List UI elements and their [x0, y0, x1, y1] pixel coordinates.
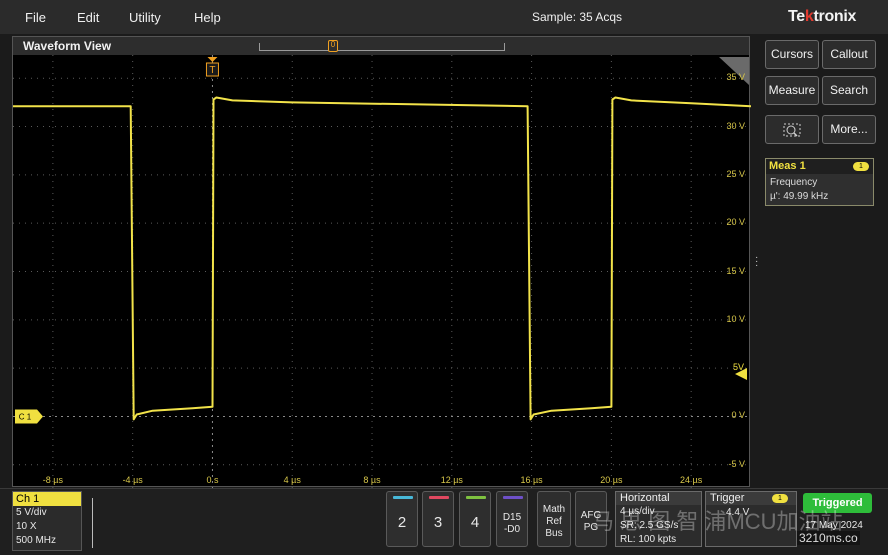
x-tick-label: 20 µs: [600, 475, 623, 485]
waveform-trace-ch1: [13, 96, 751, 421]
menu-help[interactable]: Help: [194, 10, 221, 25]
x-tick-label: -4 µs: [122, 475, 143, 485]
trigger-level-label: 5V: [733, 362, 744, 372]
y-tick-label: -5 V: [728, 458, 745, 469]
cursors-button[interactable]: Cursors: [765, 40, 819, 69]
y-tick-label: 10 V: [726, 313, 745, 324]
x-tick-label: 16 µs: [520, 475, 543, 485]
channel-1-badge[interactable]: Ch 1 5 V/div 10 X 500 MHz: [12, 491, 82, 551]
channel-1-probe: 10 X: [16, 521, 37, 532]
y-tick-label: 35 V: [726, 72, 745, 83]
zoom-button[interactable]: [765, 115, 819, 144]
channel-1-scale: 5 V/div: [16, 507, 47, 518]
measure-button[interactable]: Measure: [765, 76, 819, 105]
trigger-position-label: T: [209, 65, 215, 76]
measurement-name: Frequency: [770, 177, 818, 188]
waveform-view[interactable]: Waveform View 0 T 5V C 1 35 V 30 V 25 V 20 V1…: [12, 36, 751, 488]
math-ref-bus-button[interactable]: Math Ref Bus: [537, 491, 571, 547]
zoom-icon: [783, 123, 801, 137]
measurement-source-badge: 1: [853, 162, 869, 171]
trigger-position-arrow: [207, 57, 218, 62]
waveform-plot: T 5V C 1: [13, 55, 751, 488]
y-tick-label: 0 V: [731, 410, 745, 421]
x-tick-label: -8 µs: [42, 475, 63, 485]
x-tick-label: 24 µs: [680, 475, 703, 485]
channel-1-title: Ch 1: [13, 492, 81, 506]
channel-1-ground-label: C 1: [19, 412, 32, 421]
search-button[interactable]: Search: [822, 76, 876, 105]
panel-resize-handle[interactable]: · · ·: [755, 253, 758, 271]
measurement-title: Meas 1: [769, 160, 806, 172]
x-tick-label: 8 µs: [363, 475, 381, 485]
channel-4-button[interactable]: 4: [459, 491, 491, 547]
y-tick-label: 30 V: [726, 120, 745, 131]
watermark-site: 3210ms.co: [797, 531, 860, 545]
y-tick-label: 20 V: [726, 217, 745, 228]
digital-channels-button[interactable]: D15 -D0: [496, 491, 528, 547]
trigger-source-badge: 1: [772, 494, 788, 503]
menu-utility[interactable]: Utility: [129, 10, 161, 25]
y-tick-label: 15 V: [726, 265, 745, 276]
y-tick-label: 25 V: [726, 168, 745, 179]
brand-logo: Tektronix: [788, 8, 857, 25]
divider: [92, 498, 93, 548]
menu-file[interactable]: File: [25, 10, 46, 25]
x-tick-label: 12 µs: [440, 475, 463, 485]
channel-1-bandwidth: 500 MHz: [16, 535, 57, 546]
menu-bar: File Edit Utility Help Sample: 35 Acqs T…: [0, 0, 888, 34]
x-tick-label: 4 µs: [283, 475, 301, 485]
more-button[interactable]: More...: [822, 115, 876, 144]
channel-3-button[interactable]: 3: [422, 491, 454, 547]
measurement-value: µ': 49.99 kHz: [770, 191, 829, 202]
callout-button[interactable]: Callout: [822, 40, 876, 69]
measurement-badge[interactable]: Meas 1 1 Frequency µ': 49.99 kHz: [765, 158, 874, 206]
menu-edit[interactable]: Edit: [77, 10, 99, 25]
channel-2-button[interactable]: 2: [386, 491, 418, 547]
x-tick-label: 0 s: [206, 475, 219, 485]
acquisition-status: Sample: 35 Acqs: [532, 10, 623, 24]
